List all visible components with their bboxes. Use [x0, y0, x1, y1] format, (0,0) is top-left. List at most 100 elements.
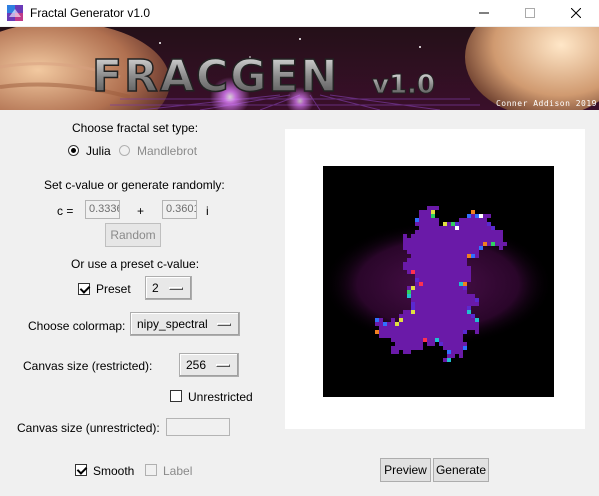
fractal-pixel	[419, 210, 423, 214]
fractal-pixel	[467, 318, 471, 322]
preset-dropdown[interactable]: 2	[145, 276, 192, 300]
fractal-pixel	[419, 314, 423, 318]
fractal-pixel	[487, 238, 491, 242]
fractal-pixel	[427, 230, 431, 234]
c-real-input[interactable]: 0.3336	[85, 200, 120, 219]
dropdown-indicator-icon	[169, 287, 183, 290]
fractal-pixel	[451, 350, 455, 354]
fractal-pixel	[443, 242, 447, 246]
fractal-pixel	[455, 318, 459, 322]
minimize-button[interactable]	[461, 0, 507, 26]
fractal-pixel	[403, 242, 407, 246]
julia-radio[interactable]	[68, 145, 79, 156]
fractal-pixel	[435, 330, 439, 334]
fractal-pixel	[419, 242, 423, 246]
fractal-pixel	[435, 286, 439, 290]
fractal-pixel	[467, 310, 471, 314]
fractal-pixel	[375, 318, 379, 322]
fractal-pixel	[459, 310, 463, 314]
preview-button[interactable]: Preview	[380, 458, 431, 482]
fractal-pixel	[447, 310, 451, 314]
fractal-pixel	[443, 270, 447, 274]
fractal-pixel	[443, 222, 447, 226]
mandlebrot-radio[interactable]	[119, 145, 130, 156]
fractal-pixel	[463, 306, 467, 310]
fractal-pixel	[395, 322, 399, 326]
fractal-pixel	[463, 218, 467, 222]
fractal-pixel	[459, 306, 463, 310]
fractal-pixel	[459, 302, 463, 306]
fractal-pixel	[459, 294, 463, 298]
fractal-pixel	[447, 250, 451, 254]
fractal-pixel	[463, 238, 467, 242]
random-button[interactable]: Random	[105, 223, 161, 247]
fractal-pixel	[455, 302, 459, 306]
fractal-pixel	[407, 322, 411, 326]
dropdown-indicator-icon	[217, 323, 231, 326]
fractal-pixel	[471, 246, 475, 250]
fractal-pixel	[415, 314, 419, 318]
fractal-pixel	[451, 274, 455, 278]
fractal-pixel	[439, 262, 443, 266]
fractal-pixel	[439, 294, 443, 298]
fractal-pixel	[451, 334, 455, 338]
fractal-pixel	[411, 266, 415, 270]
c-imag-input[interactable]: 0.3601	[162, 200, 197, 219]
fractal-pixel	[411, 238, 415, 242]
fractal-pixel	[443, 342, 447, 346]
fractal-pixel	[479, 246, 483, 250]
fractal-pixel	[423, 258, 427, 262]
fractal-pixel	[415, 286, 419, 290]
fractal-pixel	[491, 242, 495, 246]
fractal-pixel	[463, 346, 467, 350]
fractal-pixel	[435, 338, 439, 342]
fractal-pixel	[423, 246, 427, 250]
fractal-pixel	[423, 210, 427, 214]
fractal-pixel	[463, 262, 467, 266]
fractal-pixel	[471, 222, 475, 226]
fracgen-banner: FRACGEN v1.0 Conner Addison 2019	[0, 27, 599, 110]
fractal-pixel	[435, 306, 439, 310]
unrestricted-size-input[interactable]	[166, 418, 230, 436]
fractal-pixel	[479, 242, 483, 246]
fractal-pixel	[463, 274, 467, 278]
fractal-pixel	[387, 330, 391, 334]
canvas-size-dropdown[interactable]: 256	[179, 353, 239, 377]
fractal-pixel	[419, 274, 423, 278]
fractal-pixel	[415, 254, 419, 258]
fractal-canvas[interactable]	[323, 166, 554, 397]
fractal-pixel	[407, 326, 411, 330]
fractal-pixel	[403, 342, 407, 346]
fractal-pixel	[447, 350, 451, 354]
fractal-pixel	[403, 318, 407, 322]
fractal-pixel	[411, 262, 415, 266]
fractal-pixel	[487, 226, 491, 230]
fractal-pixel	[427, 242, 431, 246]
fractal-pixel	[475, 234, 479, 238]
preset-checkbox[interactable]	[78, 283, 90, 295]
fractal-pixel	[463, 330, 467, 334]
close-button[interactable]	[553, 0, 599, 26]
fractal-pixel	[463, 230, 467, 234]
fractal-pixel	[379, 334, 383, 338]
fractal-pixel	[455, 282, 459, 286]
fractal-pixel	[419, 230, 423, 234]
fractal-pixel	[459, 262, 463, 266]
fractal-pixel	[427, 298, 431, 302]
fractal-pixel	[431, 342, 435, 346]
unrestricted-checkbox[interactable]	[170, 390, 182, 402]
maximize-button[interactable]	[507, 0, 553, 26]
fractal-pixel	[451, 326, 455, 330]
fractal-pixel	[495, 242, 499, 246]
fractal-pixel	[459, 238, 463, 242]
fractal-pixel	[407, 286, 411, 290]
fractal-pixel	[407, 242, 411, 246]
generate-button[interactable]: Generate	[433, 458, 489, 482]
fractal-pixel	[487, 222, 491, 226]
label-checkbox[interactable]	[145, 464, 157, 476]
colormap-dropdown[interactable]: nipy_spectral	[130, 312, 240, 336]
fractal-pixel	[451, 346, 455, 350]
smooth-checkbox[interactable]	[75, 464, 87, 476]
fractal-pixel	[395, 350, 399, 354]
fractal-pixel	[483, 230, 487, 234]
